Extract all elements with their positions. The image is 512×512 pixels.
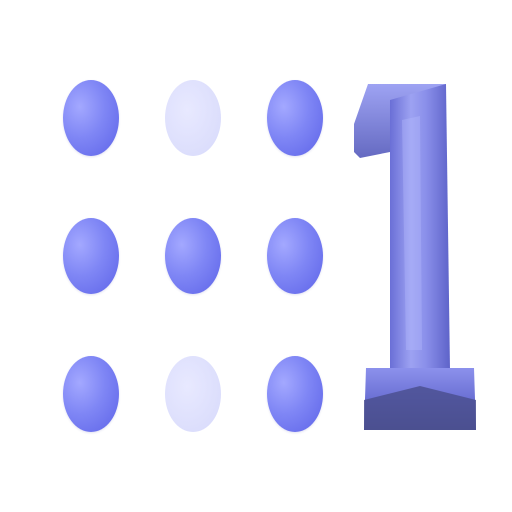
app-icon: [0, 0, 512, 512]
numeral-one-icon: [354, 84, 476, 430]
dot-1-2: [165, 80, 221, 156]
dot-1-1: [63, 80, 119, 156]
dot-3-2: [165, 356, 221, 432]
dot-2-2: [165, 218, 221, 294]
dot-3-1: [63, 356, 119, 432]
dot-2-1: [63, 218, 119, 294]
dot-3-3: [267, 356, 323, 432]
dot-1-3: [267, 80, 323, 156]
dot-2-3: [267, 218, 323, 294]
